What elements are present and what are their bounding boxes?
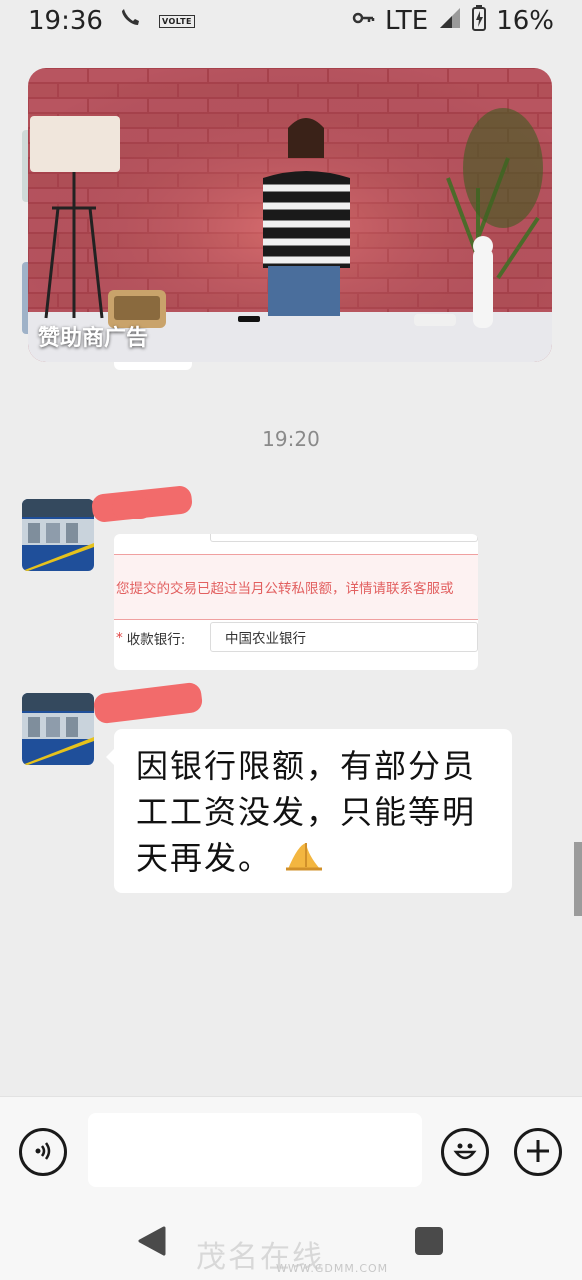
status-bar: 19:36 VOLTE LTE 16% xyxy=(0,0,582,42)
volte-badge: VOLTE xyxy=(158,14,195,28)
receiving-bank-value: 中国农业银行 xyxy=(210,622,478,652)
phone-icon xyxy=(119,6,143,37)
sponsored-ad-label: 赞助商广告 xyxy=(38,326,149,351)
limit-exceeded-error: 您提交的交易已超过当月公转私限额，详情请联系客服或 xyxy=(114,554,478,620)
scrollbar-thumb[interactable] xyxy=(574,842,582,916)
message-line: 工工资没发，只能等明 xyxy=(136,793,477,831)
plus-icon xyxy=(525,1138,551,1167)
voice-input-button[interactable] xyxy=(19,1128,67,1176)
form-field-partial xyxy=(210,534,478,542)
sponsored-ad-video[interactable]: 赞助商广告 xyxy=(28,68,552,362)
message-input[interactable] xyxy=(88,1113,422,1187)
voice-icon xyxy=(30,1138,56,1167)
back-triangle-icon xyxy=(138,1226,166,1256)
site-watermark-url: WWW.GDMM.COM xyxy=(276,1262,389,1275)
receiving-bank-label: 收款银行: xyxy=(126,632,186,648)
redacted-sender-name xyxy=(92,681,204,725)
ad-video-thumbnail xyxy=(28,68,552,362)
sender-avatar[interactable] xyxy=(22,499,94,571)
text-message-bubble[interactable]: 因银行限额，有部分员 工工资没发，只能等明 天再发。 xyxy=(114,729,512,893)
battery-charging-icon xyxy=(472,4,487,38)
message-timestamp: 19:20 xyxy=(262,427,320,451)
status-time: 19:36 xyxy=(28,6,103,36)
more-actions-button[interactable] xyxy=(514,1128,562,1176)
redacted-sender-name xyxy=(112,497,152,519)
network-type: LTE xyxy=(384,6,429,36)
nav-back-button[interactable] xyxy=(138,1226,166,1256)
battery-percent: 16% xyxy=(496,6,554,36)
message-line: 因银行限额，有部分员 xyxy=(136,747,477,785)
receiving-bank-row: * 收款银行: 中国农业银行 xyxy=(114,622,478,654)
pray-hands-emoji-icon xyxy=(284,837,324,883)
smiley-icon xyxy=(450,1136,480,1169)
message-line: 天再发。 xyxy=(136,839,273,877)
required-asterisk: * xyxy=(116,630,123,646)
signal-icon xyxy=(438,6,462,37)
nav-recents-button[interactable] xyxy=(415,1227,443,1255)
vpn-key-icon xyxy=(351,6,375,37)
image-message-bank-screenshot[interactable]: 您提交的交易已超过当月公转私限额，详情请联系客服或 * 收款银行: 中国农业银行 xyxy=(114,534,478,670)
emoji-button[interactable] xyxy=(441,1128,489,1176)
sender-avatar[interactable] xyxy=(22,693,94,765)
